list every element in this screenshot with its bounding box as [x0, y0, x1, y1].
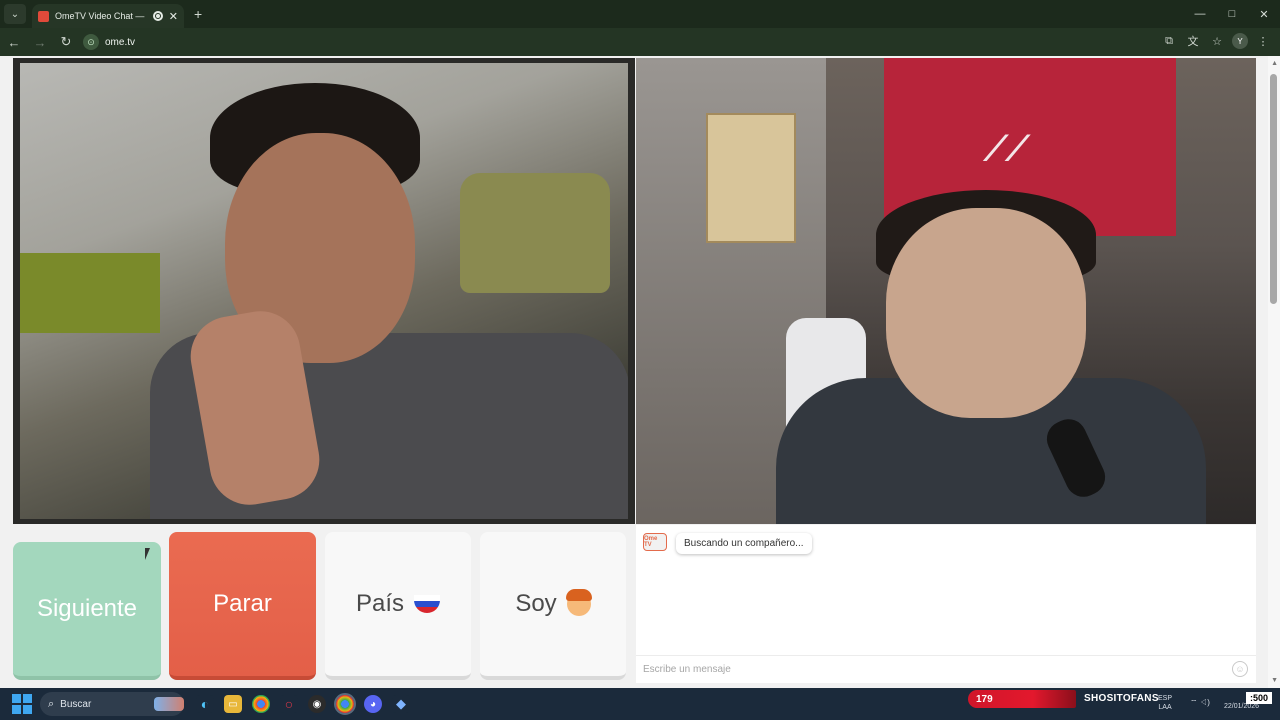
language-indicator[interactable]: ESP LAA: [1158, 694, 1172, 712]
chat-panel: Ome TV Buscando un compañero... ☺: [636, 525, 1256, 683]
tab-title: OmeTV Video Chat — Ome: [55, 11, 147, 21]
forward-button[interactable]: →: [28, 30, 52, 54]
language-region: LAA: [1158, 704, 1172, 711]
site-info-icon[interactable]: ⊙: [83, 34, 99, 50]
stop-button[interactable]: Parar: [169, 532, 316, 680]
profile-avatar[interactable]: Y: [1232, 33, 1248, 49]
cast-icon[interactable]: ⧉: [1160, 32, 1178, 50]
window-controls: — □ ✕: [1184, 0, 1280, 28]
language-code: ESP: [1158, 695, 1173, 702]
taskbar-apps: ◐ ▭ ○ ◉ ◕ ◆: [196, 693, 410, 715]
next-button[interactable]: Siguiente: [13, 542, 161, 680]
boy-emoji-icon: [565, 589, 592, 616]
windows-start-icon[interactable]: [12, 694, 32, 714]
chrome-active-icon[interactable]: [334, 693, 356, 715]
country-label: País: [355, 590, 405, 617]
gender-filter-button[interactable]: Soy: [480, 532, 626, 680]
reload-button[interactable]: ↻: [54, 30, 78, 54]
translate-icon[interactable]: 文: [1184, 32, 1202, 50]
stranger-video: [13, 58, 635, 524]
flag-logo-icon: ⟋⟋: [984, 130, 1030, 168]
mouse-cursor-icon: [145, 548, 155, 560]
obs-icon[interactable]: ◉: [308, 695, 326, 713]
browser-tab[interactable]: OmeTV Video Chat — Ome ✕: [32, 4, 184, 28]
emoji-picker-icon[interactable]: ☺: [1232, 661, 1248, 677]
live-viewer-badge: 179: [968, 690, 1076, 708]
browser-tab-bar: ⌄ OmeTV Video Chat — Ome ✕ + — □ ✕: [0, 0, 1280, 28]
app-diamond-icon[interactable]: ◆: [392, 695, 410, 713]
country-filter-button[interactable]: País: [325, 532, 471, 680]
clock-time: :500: [1246, 692, 1272, 704]
russia-flag-icon: [414, 595, 441, 613]
url-text: ome.tv: [105, 36, 136, 48]
car-window-shape: [460, 173, 610, 293]
edge-browser-icon[interactable]: ◐: [196, 695, 214, 713]
page-content: ⟋⟋ Siguiente Parar País Soy Ome TV Busca…: [0, 56, 1280, 688]
discord-icon[interactable]: ◕: [364, 695, 382, 713]
search-icon: ⌕: [48, 697, 55, 710]
stranger-video-frame: [20, 63, 628, 519]
toolbar-actions: ⧉ 文 ☆ Y ⋮: [1160, 32, 1272, 50]
chat-input-bar: ☺: [636, 655, 1256, 683]
new-tab-button[interactable]: +: [194, 6, 202, 22]
bookmark-star-icon[interactable]: ☆: [1208, 32, 1226, 50]
message-input[interactable]: [643, 664, 1203, 675]
chrome-icon[interactable]: [252, 695, 270, 713]
tab-close-button[interactable]: ✕: [169, 10, 178, 23]
gender-label: Soy: [515, 590, 557, 617]
close-window-button[interactable]: ✕: [1248, 0, 1280, 28]
taskbar-search[interactable]: ⌕ Buscar: [40, 692, 184, 716]
scroll-up-arrow-icon[interactable]: ▲: [1271, 60, 1278, 67]
streamer-name: SHOSITOFANS: [1084, 693, 1159, 704]
tab-search-menu-button[interactable]: ⌄: [4, 4, 26, 24]
car-door-shape: [20, 253, 160, 333]
maximize-button[interactable]: □: [1216, 0, 1248, 28]
address-bar[interactable]: ⊙ ome.tv: [80, 31, 1170, 53]
opera-icon[interactable]: ○: [280, 695, 298, 713]
ometv-favicon-icon: [38, 10, 49, 22]
file-explorer-icon[interactable]: ▭: [224, 695, 242, 713]
back-button[interactable]: ←: [2, 30, 26, 54]
scroll-down-arrow-icon[interactable]: ▼: [1271, 677, 1278, 684]
ometv-logo-icon: Ome TV: [643, 533, 667, 551]
tray-network-volume-icon[interactable]: ⌔ ◁): [1190, 698, 1210, 708]
self-face-shape: [886, 208, 1086, 418]
self-video: ⟋⟋: [636, 58, 1256, 524]
chat-status-message: Buscando un compañero...: [676, 533, 812, 554]
taskbar-search-label: Buscar: [60, 698, 92, 710]
wanted-poster-shape: [706, 113, 796, 243]
browser-toolbar: ← → ↻ ⊙ ome.tv ⧉ 文 ☆ Y ⋮: [0, 28, 1280, 56]
recording-indicator-icon: [152, 11, 163, 21]
page-scrollbar[interactable]: ▲ ▼: [1268, 56, 1280, 688]
live-viewer-count: 179: [976, 693, 993, 705]
scroll-thumb[interactable]: [1270, 74, 1277, 304]
minimize-button[interactable]: —: [1184, 0, 1216, 28]
search-highlight-icon: [154, 697, 184, 711]
browser-menu-icon[interactable]: ⋮: [1254, 32, 1272, 50]
